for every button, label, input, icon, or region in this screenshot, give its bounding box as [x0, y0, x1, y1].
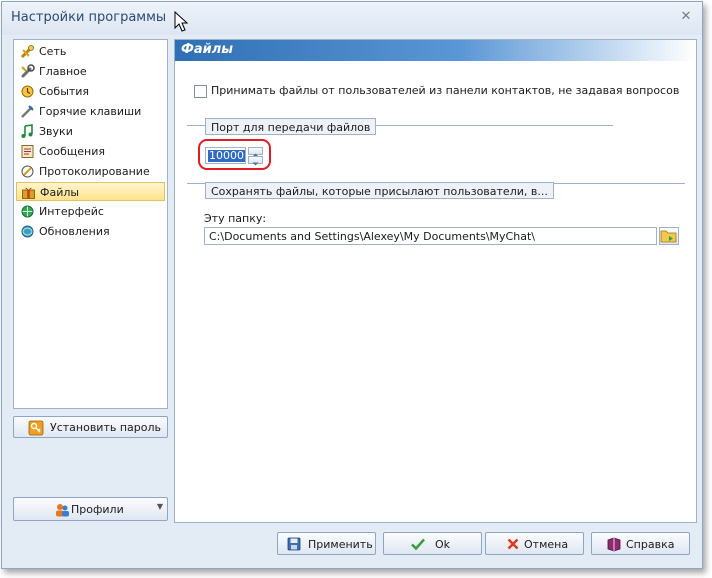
mouse-cursor-icon	[174, 11, 189, 32]
checkmark-icon	[411, 538, 425, 551]
nav-label: Интерфейс	[39, 205, 104, 218]
folder-path-input[interactable]: C:\Documents and Settings\Alexey\My Docu…	[204, 227, 657, 245]
nav-label: Сообщения	[39, 145, 106, 158]
folder-label: Эту папку:	[204, 212, 267, 225]
music-note-icon	[21, 124, 33, 138]
set-password-button[interactable]: Установить пароль	[13, 416, 168, 438]
nav-item-logging[interactable]: Протоколирование	[16, 162, 165, 181]
help-button[interactable]: Справка	[591, 532, 690, 555]
chevron-down-icon[interactable]: ▼	[157, 502, 163, 511]
events-icon	[21, 85, 34, 98]
nav-label: События	[39, 85, 90, 98]
updates-icon	[21, 225, 34, 238]
nav-item-network[interactable]: Сеть	[16, 42, 165, 61]
key-icon	[28, 420, 44, 436]
profiles-label: Профили	[71, 503, 124, 516]
port-group-title: Порт для передачи файлов	[205, 118, 377, 135]
nav-label: Файлы	[40, 186, 80, 199]
profiles-button[interactable]: Профили ▼	[13, 497, 168, 521]
nav-label: Горячие клавиши	[39, 105, 142, 118]
settings-nav-list: Сеть Главное События Горячие клавиши Зву…	[13, 39, 168, 409]
accept-files-label: Принимать файлы от пользователей из пане…	[211, 84, 680, 97]
nav-label: Главное	[39, 65, 87, 78]
ok-label: Ok	[435, 538, 451, 551]
help-label: Справка	[626, 538, 675, 551]
accept-files-checkbox[interactable]	[194, 85, 207, 98]
cancel-x-icon	[507, 538, 519, 550]
panel-title: Файлы	[181, 42, 234, 57]
settings-window: Настройки программы ✕ Сеть Главное Событ…	[1, 1, 703, 569]
profiles-icon	[56, 504, 69, 517]
ok-button[interactable]: Ok	[383, 532, 482, 555]
files-settings-panel: Файлы Принимать файлы от пользователей и…	[174, 39, 697, 523]
interface-icon	[21, 205, 34, 218]
nav-item-updates[interactable]: Обновления	[16, 222, 165, 241]
apply-button[interactable]: Применить	[277, 532, 376, 555]
open-folder-icon	[660, 230, 677, 243]
network-icon	[20, 44, 35, 59]
cancel-button[interactable]: Отмена	[485, 532, 584, 555]
close-icon[interactable]: ✕	[679, 10, 693, 24]
gift-icon	[22, 187, 35, 199]
highlight-annotation	[198, 139, 271, 170]
save-group-title: Сохранять файлы, которые присылают польз…	[205, 182, 554, 199]
nav-item-interface[interactable]: Интерфейс	[16, 202, 165, 221]
cancel-label: Отмена	[524, 538, 569, 551]
nav-item-general[interactable]: Главное	[16, 62, 165, 81]
panel-header: Файлы	[175, 40, 696, 61]
messages-icon	[21, 145, 34, 158]
nav-label: Протоколирование	[39, 165, 150, 178]
nav-item-events[interactable]: События	[16, 82, 165, 101]
wrench-icon	[21, 64, 35, 78]
browse-folder-button[interactable]	[659, 227, 679, 245]
save-disk-icon	[287, 537, 301, 551]
hotkeys-icon	[21, 105, 34, 118]
nav-label: Звуки	[39, 125, 73, 138]
apply-label: Применить	[308, 538, 373, 551]
set-password-label: Установить пароль	[50, 421, 161, 434]
nav-item-files[interactable]: Файлы	[16, 182, 165, 201]
nav-item-sounds[interactable]: Звуки	[16, 122, 165, 141]
title-bar[interactable]: Настройки программы ✕	[2, 2, 702, 35]
nav-item-hotkeys[interactable]: Горячие клавиши	[16, 102, 165, 121]
book-icon	[607, 537, 621, 552]
window-title: Настройки программы	[11, 10, 167, 25]
nav-item-messages[interactable]: Сообщения	[16, 142, 165, 161]
nav-label: Сеть	[39, 45, 67, 58]
nav-label: Обновления	[39, 225, 110, 238]
logging-icon	[21, 165, 34, 178]
